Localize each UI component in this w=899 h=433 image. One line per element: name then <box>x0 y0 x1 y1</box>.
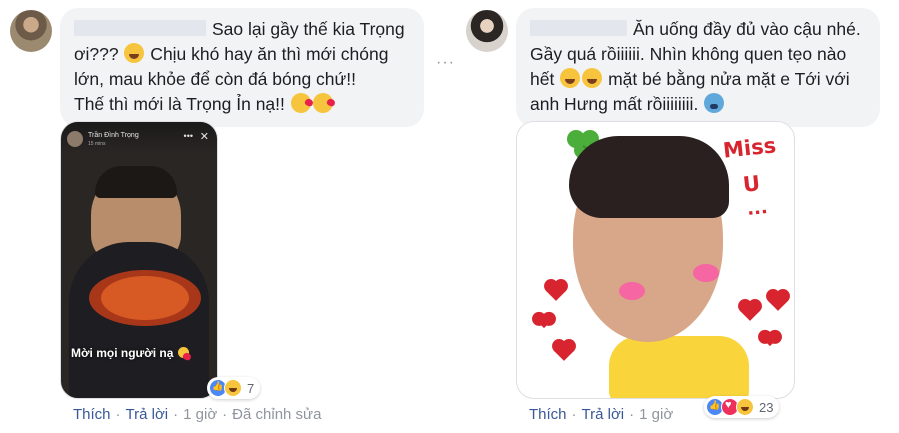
comment-text: Ăn uống đầy đủ vào cậu nhé. <box>633 19 861 39</box>
comment-text: hết <box>530 69 560 89</box>
comment-text: Sao lại gầy thế kia Trọng <box>212 19 405 39</box>
story-header <box>61 122 217 154</box>
heart-icon <box>546 281 566 301</box>
more-options-icon[interactable]: ··· <box>436 54 455 72</box>
kissing-face-icon <box>312 93 333 113</box>
kissing-face-icon <box>290 93 311 113</box>
story-caption: Mời mọi người nạ <box>71 346 190 360</box>
sticker-hair <box>569 136 729 218</box>
timestamp[interactable]: 1 giờ <box>639 406 673 423</box>
crying-face-icon <box>560 68 581 88</box>
reaction-count: 7 <box>247 380 255 396</box>
reaction-summary[interactable]: 23 <box>704 396 780 418</box>
comment-bubble: Sao lại gầy thế kia Trọng ơi??? Chịu khó… <box>60 8 424 127</box>
like-link[interactable]: Thích <box>529 406 567 423</box>
story-avatar <box>67 131 83 147</box>
comment-bubble: Ăn uống đầy đủ vào cậu nhé. Gầy quá rồii… <box>516 8 880 127</box>
comment-text: anh Hưng mất rồiiiiiiii. <box>530 94 704 114</box>
heart-icon <box>762 331 778 347</box>
fearful-face-icon <box>704 93 725 113</box>
comment-text: mặt bé bằng nửa mặt e Tới với <box>603 69 850 89</box>
separator: · <box>629 406 635 423</box>
redacted-author-name[interactable] <box>530 20 627 36</box>
photo-crab <box>89 270 201 326</box>
redacted-author-name[interactable] <box>74 20 206 36</box>
separator: · <box>173 406 179 423</box>
sticker-dots-text: ... <box>745 196 769 221</box>
reply-link[interactable]: Trả lời <box>582 406 625 423</box>
heart-icon <box>740 301 760 321</box>
heart-icon <box>768 291 788 311</box>
story-close-icon: ✕ <box>199 131 209 143</box>
reaction-summary[interactable]: 7 <box>207 377 261 399</box>
comment-text: Thế thì mới là Trọng Ỉn nạ!! <box>74 94 290 114</box>
sticker-miss-text: Miss <box>721 133 778 163</box>
like-link[interactable]: Thích <box>73 406 111 423</box>
heart-icon <box>554 341 574 361</box>
story-caption-text: Mời mọi người nạ <box>71 346 174 360</box>
sticker-blush-left <box>619 282 645 300</box>
photo-person-hair <box>95 166 177 198</box>
story-name: Trần Đình Trọng <box>88 132 139 139</box>
timestamp[interactable]: 1 giờ <box>183 406 217 423</box>
sticker-shirt <box>609 336 749 398</box>
reaction-count: 23 <box>759 399 774 415</box>
comment-text: ơi??? <box>74 44 124 64</box>
comment-sticker[interactable]: Miss U ... <box>516 121 795 399</box>
comment-actions: Thích · Trả lời · 1 giờ <box>529 406 673 423</box>
comment-actions: Thích · Trả lời · 1 giờ · Đã chỉnh sửa <box>73 406 321 423</box>
comment-photo[interactable]: Trần Đình Trọng 15 mins ••• ✕ Mời mọi ng… <box>60 121 218 399</box>
reply-link[interactable]: Trả lời <box>126 406 169 423</box>
separator: · <box>222 406 228 423</box>
sticker-blush-right <box>693 264 719 282</box>
separator: · <box>115 406 121 423</box>
crying-face-icon <box>582 68 603 88</box>
haha-reaction-icon <box>224 379 242 397</box>
sticker-u-text: U <box>741 171 762 197</box>
commenter-avatar[interactable] <box>466 10 508 52</box>
comment-text: lớn, mau khỏe để còn đá bóng chứ!! <box>74 69 356 89</box>
heart-icon <box>536 313 552 329</box>
smiling-face-icon <box>177 347 189 358</box>
story-time: 15 mins <box>88 141 106 147</box>
story-more-icon: ••• <box>183 131 193 141</box>
separator: · <box>571 406 577 423</box>
edited-label[interactable]: Đã chỉnh sửa <box>232 406 321 423</box>
haha-reaction-icon <box>736 398 754 416</box>
comment-text: Chịu khó hay ăn thì mới chóng <box>145 44 389 64</box>
crying-face-icon <box>124 43 145 63</box>
comment-text: Gầy quá rồiiiiii. Nhìn không quen tẹo nà… <box>530 44 847 64</box>
commenter-avatar[interactable] <box>10 10 52 52</box>
